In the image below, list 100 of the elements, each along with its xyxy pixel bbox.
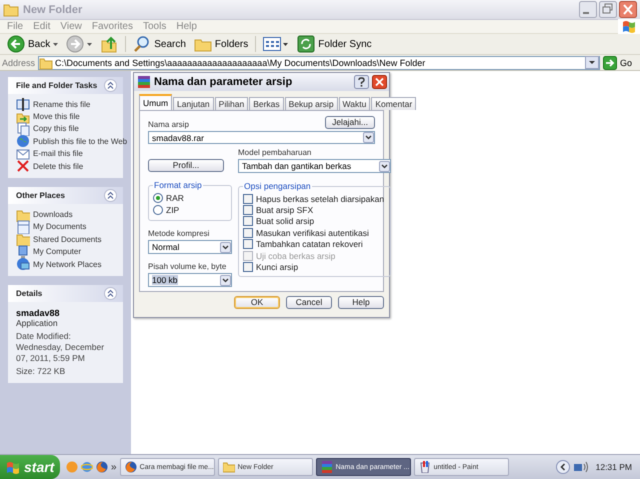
speaker-monitor-icon[interactable] (574, 461, 588, 473)
task-link[interactable]: Delete this file (33, 162, 84, 171)
dialog-button[interactable]: Cancel (286, 296, 332, 309)
network-icon (16, 257, 30, 272)
sync-button[interactable]: Folder Sync (294, 34, 375, 54)
file-size: Size: 722 KB (16, 366, 66, 378)
checkbox[interactable] (243, 239, 253, 250)
collapse-chevron-icon[interactable] (104, 79, 117, 92)
window-title: New Folder (23, 4, 84, 16)
task-link[interactable]: Move this file (33, 112, 80, 122)
copy-icon (16, 122, 30, 136)
option-label: Kunci arsip (256, 262, 298, 272)
option-label: Masukan verifikasi autentikasi (256, 228, 369, 238)
task-link[interactable]: Downloads (33, 210, 73, 220)
books-icon (137, 75, 151, 89)
books-icon (320, 461, 333, 473)
checkbox[interactable] (243, 228, 253, 238)
checkbox[interactable] (243, 194, 253, 204)
collapse-chevron-icon[interactable] (104, 287, 117, 300)
flag-icon (6, 460, 20, 474)
group-title: Format arsip (153, 180, 203, 190)
task-link[interactable]: Publish this file to the Web (33, 136, 128, 146)
field-label: Nama arsip (148, 120, 189, 129)
close-icon[interactable] (619, 1, 637, 18)
task-link[interactable]: My Documents (33, 222, 86, 232)
clock: 12:31 PM (596, 462, 632, 472)
task-link[interactable]: Shared Documents (33, 234, 102, 244)
panel-header[interactable]: File and Folder Tasks (8, 77, 123, 94)
task-link[interactable]: E-mail this file (33, 149, 83, 158)
folder-icon (16, 208, 30, 222)
sync-icon (297, 35, 316, 53)
task-link[interactable]: Rename this file (33, 100, 90, 109)
tab[interactable]: Umum (139, 94, 172, 110)
folder-icon (16, 232, 30, 246)
dropdown[interactable]: 100 kb (148, 273, 232, 287)
fox-globe-icon[interactable] (96, 461, 108, 473)
tab[interactable]: Bekup arsip (284, 97, 338, 110)
checkbox[interactable] (243, 205, 253, 216)
checkbox[interactable] (243, 262, 253, 272)
chevron-left-icon[interactable] (556, 460, 570, 474)
option-label: Uji coba berkas arsip (256, 250, 336, 261)
rename-icon (16, 97, 30, 112)
tab[interactable]: Komentar (371, 97, 416, 110)
option-label: Hapus berkas setelah diarsipakan (256, 194, 384, 204)
folder-icon (3, 2, 19, 18)
paint-cup-icon (418, 461, 431, 473)
x-icon (16, 159, 30, 174)
dropdown[interactable]: Tambah dan gantikan berkas (238, 159, 392, 173)
back-button[interactable]: Back (4, 34, 62, 54)
flag-icon (622, 20, 636, 33)
address-field[interactable]: C:\Documents and Settings\aaaaaaaaaaaaaaaaaaaa\My Documents\Downloads\New Folder (38, 56, 600, 70)
start-button[interactable]: start (0, 455, 60, 479)
option-label: ZIP (166, 205, 180, 215)
option-label: Tambahkan catatan rekoveri (256, 239, 363, 250)
document-icon (16, 220, 30, 234)
file-type: Application (16, 318, 59, 330)
option-label: Buat solid arsip (256, 216, 314, 226)
option-label: RAR (166, 193, 184, 203)
field-label: Model pembaharuan (238, 148, 312, 157)
profile-button[interactable]: Profil... (148, 159, 224, 172)
folders-button[interactable]: Folders (190, 34, 252, 54)
panel-header[interactable]: Details (8, 285, 123, 302)
dialog-button[interactable]: Help (338, 296, 384, 309)
task-link[interactable]: Copy this file (33, 124, 79, 134)
checkbox[interactable] (243, 216, 253, 226)
search-button[interactable]: Search (130, 34, 189, 54)
date-modified: Date Modified: Wednesday, December 07, 2011, 5:59 PM (16, 331, 106, 364)
computer-icon (16, 244, 30, 259)
envelope-icon (16, 146, 30, 161)
panel-header[interactable]: Other Places (8, 187, 123, 204)
tab[interactable]: Pilihan (214, 97, 248, 110)
dialog-button[interactable]: OK (234, 296, 280, 309)
browse-button[interactable]: Jelajahi... (325, 116, 375, 129)
tab[interactable]: Berkas (249, 97, 284, 110)
dropdown-arrow-icon (87, 42, 92, 46)
tab[interactable]: Lanjutan (173, 97, 214, 110)
field-label: Metode kompresi (148, 229, 210, 238)
radio-button[interactable] (153, 205, 163, 215)
dialog-title: Nama dan parameter arsip (154, 76, 294, 88)
option-label: Buat arsip SFX (256, 205, 314, 216)
collapse-chevron-icon[interactable] (104, 189, 117, 202)
field-label: Pisah volume ke, byte (148, 262, 228, 271)
radio-button[interactable] (153, 193, 163, 203)
task-link[interactable]: My Network Places (33, 260, 102, 269)
globe-icon (16, 134, 30, 148)
folder-icon (222, 461, 235, 473)
task-link[interactable]: My Computer (33, 247, 82, 256)
dropdown[interactable]: smadav88.rar (148, 131, 375, 144)
go-button[interactable]: Go (602, 56, 638, 70)
minimize-icon[interactable] (579, 1, 597, 18)
dropdown[interactable]: Normal (148, 240, 232, 254)
search-icon (133, 35, 152, 53)
close-icon[interactable] (372, 75, 387, 89)
more-button[interactable]: » (111, 462, 117, 472)
address-label: Address (2, 58, 36, 68)
tab[interactable]: Waktu (338, 97, 370, 110)
go-arrow-icon (602, 56, 617, 70)
restore-icon[interactable] (599, 1, 617, 18)
help-icon[interactable] (354, 75, 369, 89)
folder-up-icon (100, 35, 118, 53)
